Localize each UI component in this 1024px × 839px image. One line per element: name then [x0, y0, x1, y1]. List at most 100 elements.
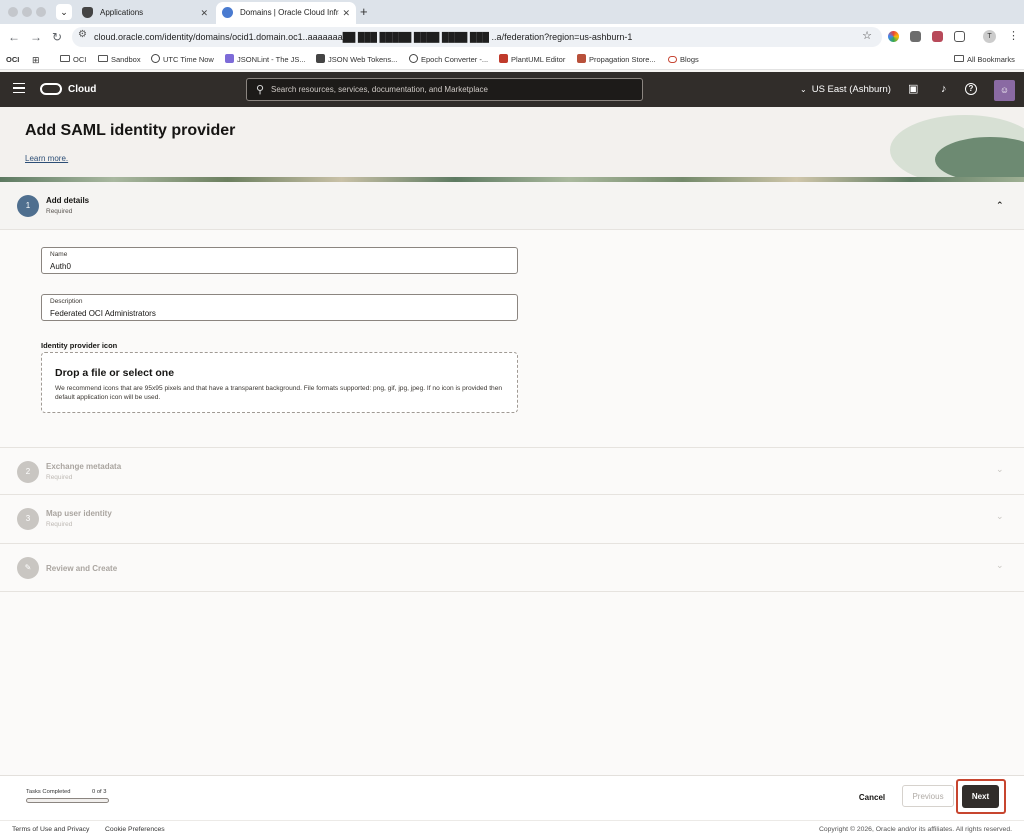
- chevron-down-icon[interactable]: ⌄: [996, 560, 1004, 571]
- bookmark-utc-time-now[interactable]: UTC Time Now: [151, 54, 214, 66]
- bookmark-plantuml[interactable]: PlantUML Editor: [499, 54, 565, 66]
- jsonlint-icon: [225, 54, 234, 63]
- extension-app-icon[interactable]: [932, 31, 943, 42]
- back-arrow-icon[interactable]: ←: [8, 29, 20, 45]
- extensions-puzzle-icon[interactable]: [954, 31, 965, 42]
- step-title: Map user identity: [46, 509, 112, 518]
- step-number-badge: 3: [17, 508, 39, 530]
- p-icon: [577, 54, 586, 63]
- browser-tab-domains[interactable]: Domains | Oracle Cloud Infras ✕: [216, 2, 356, 24]
- close-icon[interactable]: ✕: [339, 2, 350, 24]
- clock-icon: [151, 54, 160, 63]
- reload-icon[interactable]: ↻: [52, 29, 62, 45]
- next-button[interactable]: Next: [962, 785, 999, 808]
- step-subtitle: Required: [46, 208, 73, 215]
- bookmark-jsonlint[interactable]: JSONLint - The JS...: [225, 54, 306, 66]
- clock-icon: [409, 54, 418, 63]
- bell-icon[interactable]: ♪: [941, 82, 947, 96]
- extension-chrome-icon[interactable]: [888, 31, 899, 42]
- apps-grid-icon[interactable]: ⊞: [32, 54, 40, 66]
- folder-icon: [98, 55, 108, 62]
- global-search[interactable]: ⚲: [246, 78, 643, 101]
- bookmark-oci-badge[interactable]: OCI: [6, 54, 19, 66]
- chevron-down-icon: ⌄: [800, 85, 807, 94]
- cloud-shell-icon[interactable]: ▣: [908, 82, 918, 96]
- legal-footer: Terms of Use and Privacy Cookie Preferen…: [0, 820, 1024, 839]
- cookie-preferences-link[interactable]: Cookie Preferences: [105, 826, 165, 833]
- step-number-badge: 2: [17, 461, 39, 483]
- hamburger-menu-icon[interactable]: [13, 83, 25, 93]
- description-label: Description: [50, 298, 83, 305]
- plantuml-icon: [499, 54, 508, 63]
- tab-title: Domains | Oracle Cloud Infras: [240, 8, 348, 17]
- browser-tab-applications[interactable]: Applications ✕: [76, 2, 214, 24]
- description-field[interactable]: Description: [41, 294, 518, 321]
- bookmark-folder-sandbox[interactable]: Sandbox: [98, 54, 141, 66]
- browser-menu-icon[interactable]: ⋮: [1008, 29, 1019, 42]
- tasks-completed-label: Tasks Completed: [26, 789, 71, 795]
- region-selector[interactable]: ⌄ US East (Ashburn): [800, 72, 891, 107]
- window-zoom-button[interactable]: [36, 7, 46, 17]
- name-label: Name: [50, 251, 68, 258]
- oracle-logo[interactable]: [40, 83, 62, 95]
- previous-button[interactable]: Previous: [902, 785, 954, 807]
- step-title: Add details: [46, 196, 90, 205]
- step-title: Review and Create: [46, 564, 118, 573]
- jwt-icon: [316, 54, 325, 63]
- url-text: cloud.oracle.com/identity/domains/ocid1.…: [94, 32, 633, 42]
- site-info-icon[interactable]: ⚙: [78, 29, 87, 40]
- identity-provider-icon-label: Identity provider icon: [41, 341, 118, 350]
- search-input[interactable]: [271, 79, 631, 100]
- forward-arrow-icon[interactable]: →: [30, 29, 42, 45]
- tasks-progress-bar: [26, 798, 109, 803]
- help-icon[interactable]: ?: [965, 83, 977, 95]
- browser-address-row: ← → ↻ ⚙ cloud.oracle.com/identity/domain…: [0, 24, 1024, 50]
- close-icon[interactable]: ✕: [200, 2, 208, 24]
- chevron-up-icon[interactable]: ⌃: [996, 200, 1004, 211]
- window-minimize-button[interactable]: [22, 7, 32, 17]
- step-subtitle: Required: [46, 474, 73, 481]
- file-dropzone[interactable]: Drop a file or select one We recommend i…: [41, 352, 518, 413]
- chevron-down-icon[interactable]: ⌄: [996, 464, 1004, 475]
- dropzone-help-text: We recommend icons that are 95x95 pixels…: [55, 385, 503, 401]
- step-subtitle: Required: [46, 521, 73, 528]
- wizard-footer: Tasks Completed 0 of 3 Cancel Previous N…: [0, 775, 1024, 820]
- chevron-down-icon[interactable]: ⌄: [996, 511, 1004, 522]
- window-close-button[interactable]: [8, 7, 18, 17]
- step-map-user-identity[interactable]: 3 Map user identity Required ⌄: [0, 495, 1024, 544]
- brand-cloud-text[interactable]: Cloud: [68, 72, 96, 107]
- oci-header: Cloud ⚲ ⌄US East (Ashburn) ▣ ♪ ?: [0, 72, 1024, 107]
- address-bar[interactable]: ⚙ cloud.oracle.com/identity/domains/ocid…: [72, 27, 882, 47]
- bookmark-star-icon[interactable]: ☆: [862, 29, 872, 42]
- bookmarks-bar: OCI ⊞ OCI Sandbox UTC Time Now JSONLint …: [0, 50, 1024, 70]
- search-icon: ⚲: [256, 84, 265, 96]
- profile-avatar[interactable]: T: [983, 30, 996, 43]
- name-input[interactable]: [50, 260, 510, 272]
- page-header: Add SAML identity provider Learn more.: [0, 107, 1024, 182]
- all-bookmarks-folder[interactable]: All Bookmarks: [954, 54, 1015, 66]
- pencil-icon: ✎: [17, 557, 39, 579]
- tab-search-chevron-icon[interactable]: ⌄: [56, 4, 72, 20]
- cancel-button[interactable]: Cancel: [851, 786, 893, 808]
- name-field[interactable]: Name: [41, 247, 518, 274]
- bookmark-epoch-converter[interactable]: Epoch Converter -...: [409, 54, 488, 66]
- bookmark-blogs[interactable]: Blogs: [668, 54, 699, 66]
- tab-title: Applications: [100, 8, 144, 17]
- copyright-text: Copyright © 2026, Oracle and/or its affi…: [818, 826, 1012, 833]
- bookmark-folder-oci[interactable]: OCI: [60, 54, 86, 66]
- bookmark-json-web-tokens[interactable]: JSON Web Tokens...: [316, 54, 397, 66]
- browser-tab-strip: ⌄ Applications ✕ Domains | Oracle Cloud …: [0, 0, 1024, 24]
- user-avatar-icon[interactable]: ☺: [994, 80, 1015, 101]
- description-input[interactable]: [50, 307, 510, 319]
- step-review-and-create[interactable]: ✎ Review and Create ⌄: [0, 544, 1024, 592]
- learn-more-link[interactable]: Learn more.: [25, 154, 68, 163]
- oracle-icon: [668, 56, 677, 63]
- step-exchange-metadata[interactable]: 2 Exchange metadata Required ⌄: [0, 447, 1024, 495]
- folder-icon: [60, 55, 70, 62]
- bookmark-propagation-store[interactable]: Propagation Store...: [577, 54, 656, 66]
- extension-eye-icon[interactable]: [910, 31, 921, 42]
- step-add-details[interactable]: 1 Add details Required ⌃: [0, 182, 1024, 230]
- folder-icon: [954, 55, 964, 62]
- new-tab-button[interactable]: +: [360, 2, 368, 22]
- terms-link[interactable]: Terms of Use and Privacy: [12, 826, 89, 833]
